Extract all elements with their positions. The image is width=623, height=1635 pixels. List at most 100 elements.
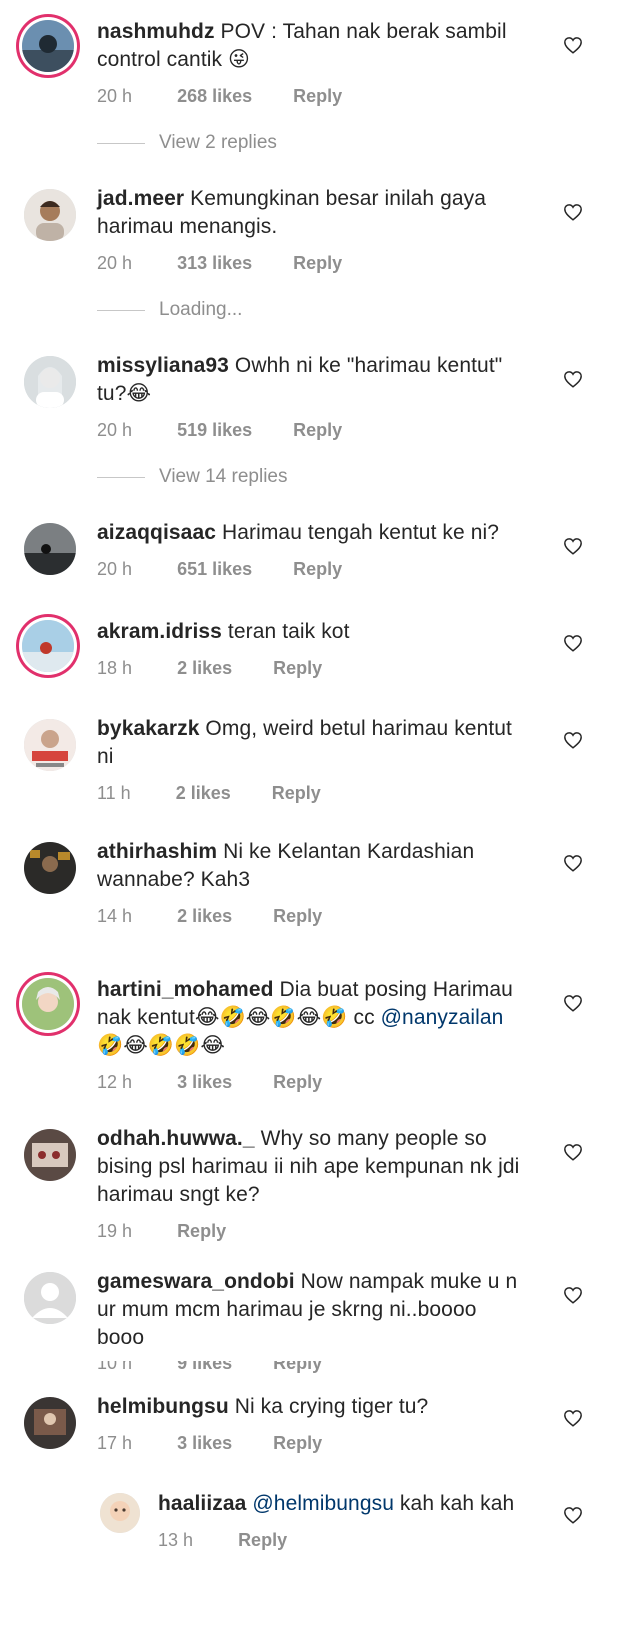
divider-line xyxy=(97,476,145,478)
comment-likes[interactable]: 519 likes xyxy=(177,420,252,440)
comment-text: haaliizaa @helmibungsu kah kah kah xyxy=(158,1490,538,1518)
reply-button[interactable]: Reply xyxy=(238,1530,287,1550)
comment-time: 20 h xyxy=(97,559,133,579)
comment-meta: 11 h 2 likes Reply xyxy=(97,783,527,804)
comment-text: hartini_mohamed Dia buat posing Harimau … xyxy=(97,976,527,1060)
reply-button[interactable]: Reply xyxy=(177,1221,226,1241)
heart-icon[interactable] xyxy=(563,1286,583,1304)
comment-username[interactable]: akram.idriss xyxy=(97,620,222,643)
loading-label: Loading... xyxy=(159,299,243,320)
heart-icon[interactable] xyxy=(563,994,583,1012)
comment-text: helmibungsu Ni ka crying tiger tu? xyxy=(97,1393,527,1421)
avatar[interactable] xyxy=(24,356,76,408)
comment-meta: 13 h Reply xyxy=(158,1530,538,1551)
reply-button[interactable]: Reply xyxy=(273,658,322,678)
comment-time: 14 h xyxy=(97,906,133,926)
comment-time: 20 h xyxy=(97,420,133,440)
divider-line xyxy=(97,309,145,311)
comment-meta: 20 h 651 likes Reply xyxy=(97,559,527,580)
reply-button[interactable]: Reply xyxy=(293,420,342,440)
comment-text: aizaqqisaac Harimau tengah kentut ke ni? xyxy=(97,519,527,547)
avatar[interactable] xyxy=(24,719,76,771)
heart-icon[interactable] xyxy=(563,731,583,749)
view-replies-label[interactable]: View 2 replies xyxy=(159,132,277,154)
comment-username[interactable]: haaliizaa xyxy=(158,1492,246,1515)
comment-text: athirhashim Ni ke Kelantan Kardashian wa… xyxy=(97,838,527,894)
comment-time: 17 h xyxy=(97,1433,133,1453)
comment-username[interactable]: jad.meer xyxy=(97,187,184,210)
comment-likes[interactable]: 3 likes xyxy=(177,1072,232,1092)
comment-username[interactable]: odhah.huwwa._ xyxy=(97,1127,255,1150)
comment-body: Harimau tengah kentut ke ni? xyxy=(221,521,500,544)
view-replies[interactable]: View 14 replies xyxy=(97,466,288,488)
comment-username[interactable]: aizaqqisaac xyxy=(97,521,216,544)
comment-likes[interactable]: 268 likes xyxy=(177,86,252,106)
comment-username[interactable]: hartini_mohamed xyxy=(97,978,274,1001)
comment-username[interactable]: bykakarzk xyxy=(97,717,199,740)
reply-button[interactable]: Reply xyxy=(293,253,342,273)
comment-meta: 12 h 3 likes Reply xyxy=(97,1072,527,1093)
avatar[interactable] xyxy=(24,1129,76,1181)
comment-body: Ni ka crying tiger tu? xyxy=(234,1395,429,1418)
comment-text: missyliana93 Owhh ni ke "harimau kentut"… xyxy=(97,352,527,408)
heart-icon[interactable] xyxy=(563,537,583,555)
heart-icon[interactable] xyxy=(563,854,583,872)
comment-text: bykakarzk Omg, weird betul harimau kentu… xyxy=(97,715,527,771)
comment-meta: 20 h 519 likes Reply xyxy=(97,420,527,441)
reply-button[interactable]: Reply xyxy=(272,783,321,803)
avatar[interactable] xyxy=(24,1272,76,1324)
comment-meta: 20 h 313 likes Reply xyxy=(97,253,527,274)
comment-meta: 17 h 3 likes Reply xyxy=(97,1433,527,1454)
comment-meta: 20 h 268 likes Reply xyxy=(97,86,527,107)
comment-meta: 14 h 2 likes Reply xyxy=(97,906,527,927)
comment-username[interactable]: helmibungsu xyxy=(97,1395,229,1418)
comment-username[interactable]: missyliana93 xyxy=(97,354,229,377)
heart-icon[interactable] xyxy=(563,370,583,388)
avatar[interactable] xyxy=(100,1493,140,1533)
comment-time: 18 h xyxy=(97,658,133,678)
comment-likes[interactable]: 313 likes xyxy=(177,253,252,273)
comment-likes[interactable]: 3 likes xyxy=(177,1433,232,1453)
reply-button[interactable]: Reply xyxy=(293,86,342,106)
heart-icon[interactable] xyxy=(563,634,583,652)
comment-likes[interactable]: 2 likes xyxy=(177,658,232,678)
reply-button[interactable]: Reply xyxy=(293,559,342,579)
mention-link[interactable]: @nanyzailan xyxy=(381,1006,504,1029)
heart-icon[interactable] xyxy=(563,203,583,221)
loading-replies: Loading... xyxy=(97,299,242,321)
view-replies-label[interactable]: View 14 replies xyxy=(159,466,288,488)
comment-text: gameswara_ondobi Now nampak muke u n ur … xyxy=(97,1268,527,1352)
comment-body-continued: 🤣😂🤣🤣😂 xyxy=(97,1034,226,1057)
avatar[interactable] xyxy=(24,1397,76,1449)
view-replies[interactable]: View 2 replies xyxy=(97,132,277,154)
reply-button[interactable]: Reply xyxy=(273,1072,322,1092)
avatar[interactable] xyxy=(24,523,76,575)
comment-time: 20 h xyxy=(97,86,133,106)
comment-time: 20 h xyxy=(97,253,133,273)
comment-text: nashmuhdz POV : Tahan nak berak sambil c… xyxy=(97,18,527,74)
avatar[interactable] xyxy=(24,842,76,894)
heart-icon[interactable] xyxy=(563,1506,583,1524)
reply-button[interactable]: Reply xyxy=(273,906,322,926)
comment-username[interactable]: athirhashim xyxy=(97,840,217,863)
comment-likes[interactable]: 2 likes xyxy=(176,783,231,803)
reply-button[interactable]: Reply xyxy=(273,1433,322,1453)
comment-body: teran taik kot xyxy=(227,620,350,643)
mention-link[interactable]: @helmibungsu xyxy=(252,1492,394,1515)
reply-button[interactable]: Reply xyxy=(273,1361,322,1373)
comment-time: 12 h xyxy=(97,1072,133,1092)
comment-likes[interactable]: 651 likes xyxy=(177,559,252,579)
comment-likes[interactable]: 9 likes xyxy=(177,1361,232,1373)
heart-icon[interactable] xyxy=(563,1409,583,1427)
comment-username[interactable]: gameswara_ondobi xyxy=(97,1270,295,1293)
heart-icon[interactable] xyxy=(563,36,583,54)
avatar[interactable] xyxy=(24,189,76,241)
comment-meta: 18 h 2 likes Reply xyxy=(97,658,527,679)
avatar[interactable] xyxy=(22,620,74,672)
comment-username[interactable]: nashmuhdz xyxy=(97,20,215,43)
avatar[interactable] xyxy=(22,978,74,1030)
heart-icon[interactable] xyxy=(563,1143,583,1161)
avatar[interactable] xyxy=(22,20,74,72)
comment-likes[interactable]: 2 likes xyxy=(177,906,232,926)
comment-meta: 19 h Reply xyxy=(97,1221,527,1242)
